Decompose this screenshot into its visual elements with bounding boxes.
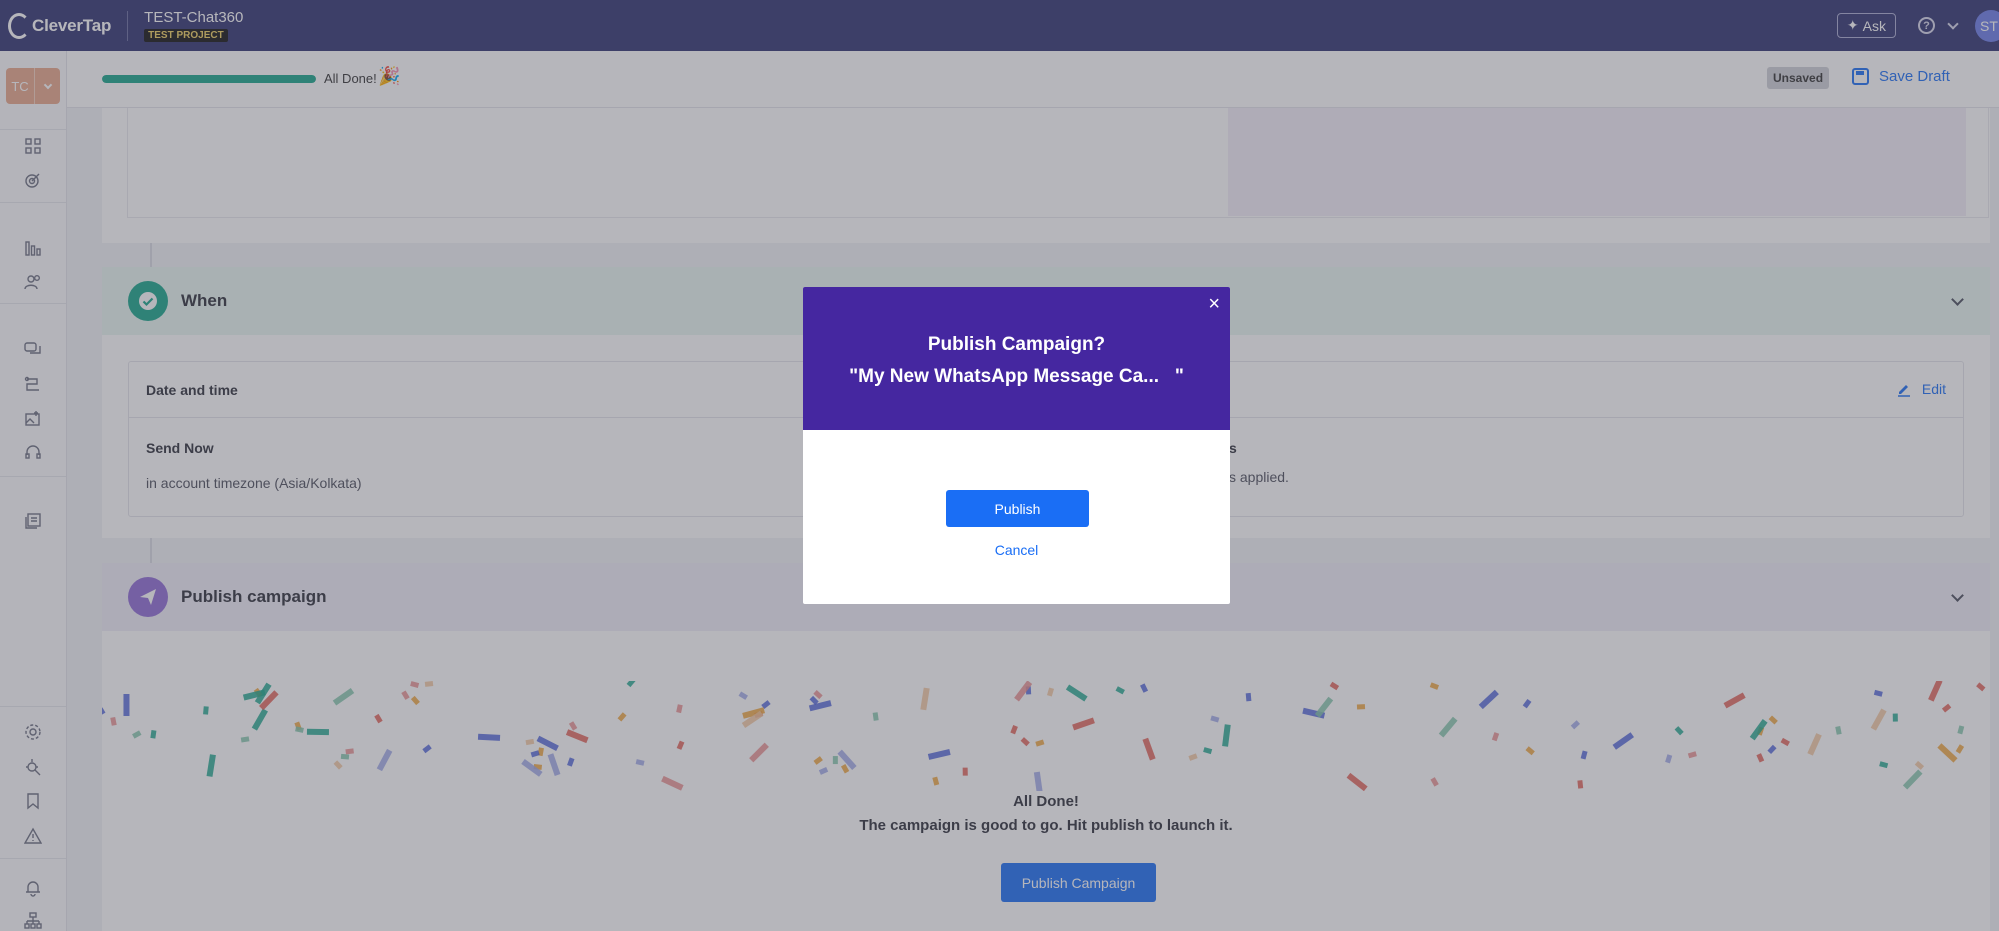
modal-header: × Publish Campaign? "My New WhatsApp Mes… <box>803 287 1230 430</box>
publish-confirm-modal: × Publish Campaign? "My New WhatsApp Mes… <box>803 287 1230 604</box>
modal-campaign-name: "My New WhatsApp Message Ca... " <box>849 366 1184 387</box>
publish-button[interactable]: Publish <box>946 490 1089 527</box>
cancel-button[interactable]: Cancel <box>803 542 1230 558</box>
modal-title: Publish Campaign? <box>927 334 1106 355</box>
close-icon[interactable]: × <box>1208 294 1220 314</box>
